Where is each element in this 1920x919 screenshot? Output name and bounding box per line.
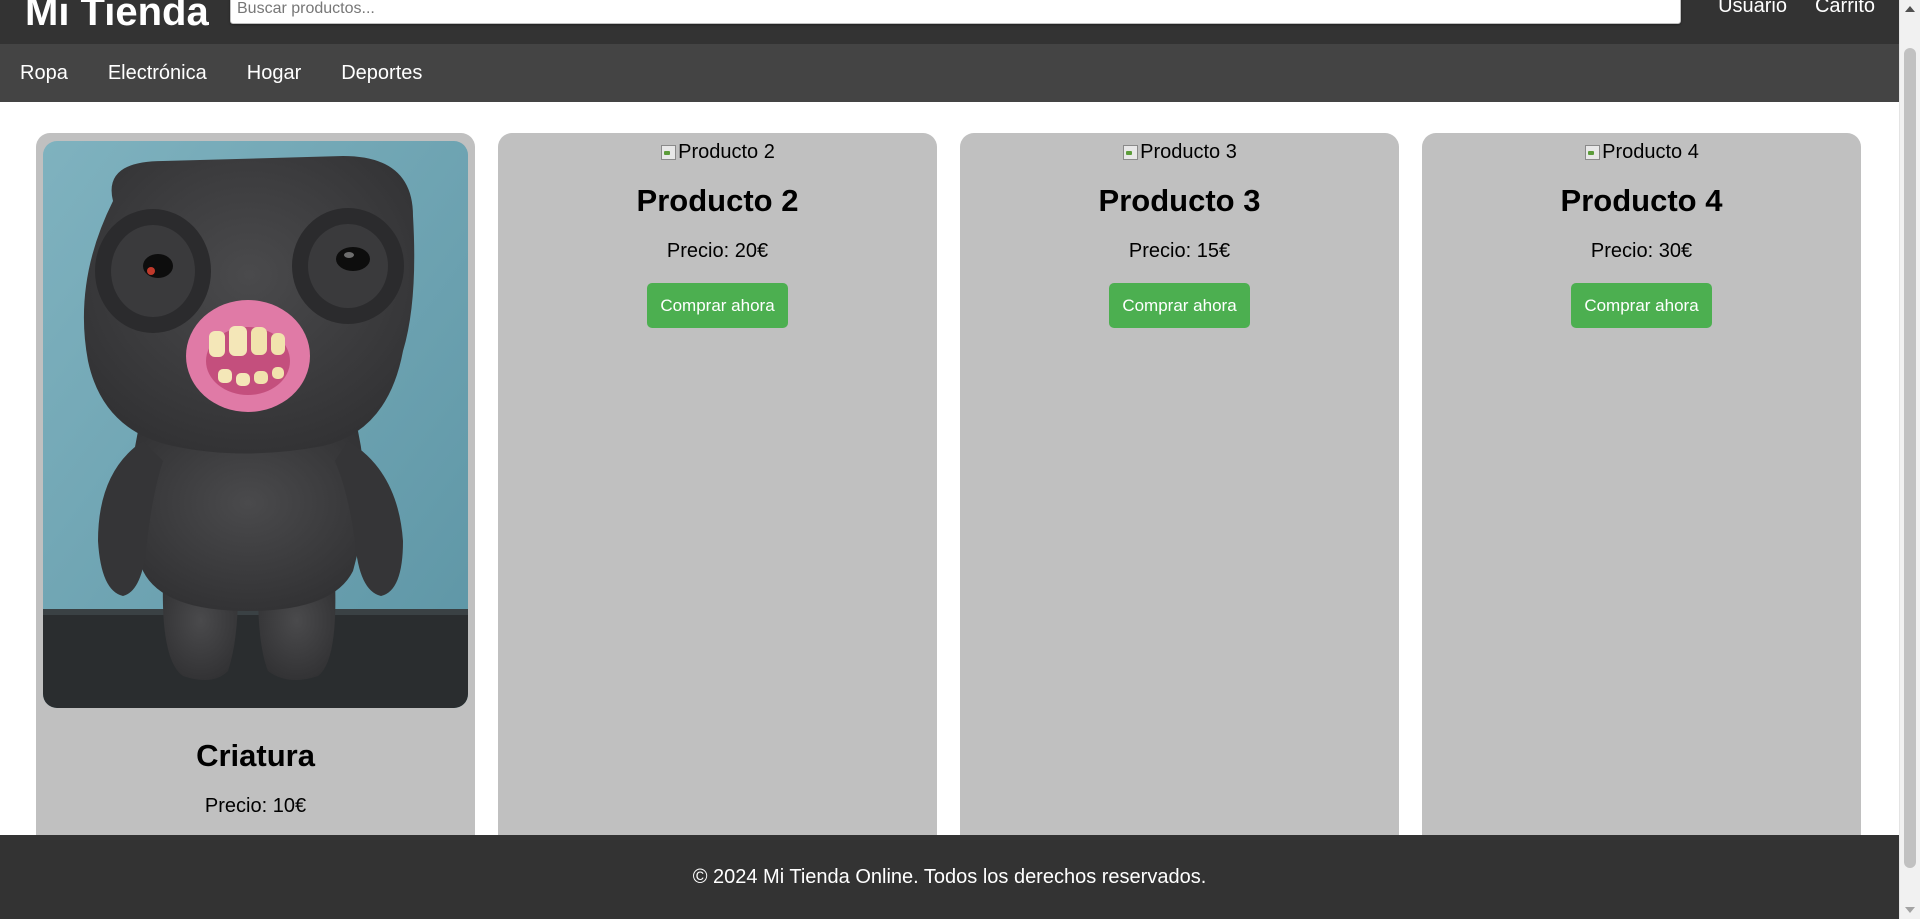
image-alt-text: Producto 2	[678, 141, 775, 163]
buy-now-button[interactable]: Comprar ahora	[1571, 283, 1712, 328]
buy-now-button[interactable]: Comprar ahora	[1109, 283, 1250, 328]
nav-item-ropa[interactable]: Ropa	[20, 44, 68, 102]
product-title: Producto 2	[636, 183, 799, 218]
search-input[interactable]	[230, 0, 1681, 24]
product-image[interactable]: Producto 3	[960, 133, 1399, 163]
user-link[interactable]: Usuario	[1718, 0, 1787, 20]
product-title: Producto 3	[1098, 183, 1261, 218]
buy-now-button[interactable]: Comprar ahora	[647, 283, 788, 328]
vertical-scrollbar[interactable]	[1899, 0, 1920, 919]
broken-image-icon	[1122, 144, 1139, 160]
product-title: Criatura	[196, 738, 315, 773]
category-nav: Ropa Electrónica Hogar Deportes	[0, 44, 1899, 102]
image-alt-text: Producto 4	[1602, 141, 1699, 163]
broken-image-icon	[1584, 144, 1601, 160]
product-title: Producto 4	[1560, 183, 1723, 218]
image-alt-text: Producto 3	[1140, 141, 1237, 163]
product-image[interactable]: Producto 4	[1422, 133, 1861, 163]
footer-copyright: © 2024 Mi Tienda Online. Todos los derec…	[692, 866, 1207, 888]
header: Mi Tienda Usuario Carrito	[0, 0, 1899, 44]
product-image[interactable]	[43, 141, 468, 708]
scroll-thumb[interactable]	[1904, 48, 1916, 868]
nav-item-deportes[interactable]: Deportes	[341, 44, 422, 102]
footer: © 2024 Mi Tienda Online. Todos los derec…	[0, 835, 1899, 919]
scroll-up-arrow-icon[interactable]	[1905, 6, 1915, 12]
product-price: Precio: 15€	[1128, 240, 1231, 262]
broken-image-icon	[660, 144, 677, 160]
cart-link[interactable]: Carrito	[1815, 0, 1875, 20]
scroll-down-arrow-icon[interactable]	[1905, 907, 1915, 913]
product-price: Precio: 30€	[1590, 240, 1693, 262]
nav-item-electronica[interactable]: Electrónica	[108, 44, 207, 102]
brand-logo[interactable]: Mi Tienda	[25, 0, 209, 36]
product-card: Producto 4 Producto 4 Precio: 30€ Compra…	[1422, 133, 1861, 893]
product-grid: Criatura Precio: 10€ Producto 2 Producto…	[36, 133, 1861, 893]
product-card: Criatura Precio: 10€	[36, 133, 475, 893]
product-image[interactable]: Producto 2	[498, 133, 937, 163]
product-price: Precio: 20€	[666, 240, 769, 262]
header-links: Usuario Carrito	[1718, 0, 1875, 20]
product-card: Producto 2 Producto 2 Precio: 20€ Compra…	[498, 133, 937, 893]
nav-item-hogar[interactable]: Hogar	[247, 44, 301, 102]
product-price: Precio: 10€	[204, 795, 307, 817]
page: Mi Tienda Usuario Carrito Ropa Electróni…	[0, 0, 1899, 919]
product-card: Producto 3 Producto 3 Precio: 15€ Compra…	[960, 133, 1399, 893]
